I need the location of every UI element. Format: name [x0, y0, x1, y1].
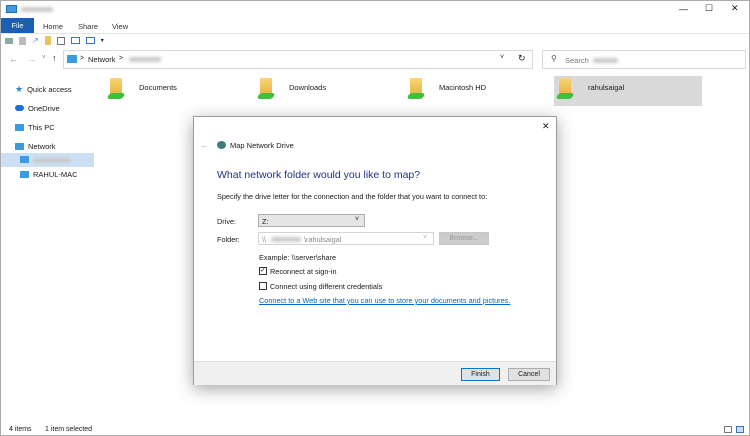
pane-icon[interactable]: [70, 37, 80, 44]
recent-dropdown[interactable]: ˅: [42, 55, 46, 61]
dialog-close-button[interactable]: ✕: [542, 121, 550, 132]
folder-item-selected-bg: [554, 76, 702, 106]
cancel-button[interactable]: Cancel: [508, 368, 550, 381]
new-folder-icon[interactable]: [19, 36, 26, 45]
star-icon: ★: [15, 83, 24, 94]
web-site-link[interactable]: Connect to a Web site that you can use t…: [259, 296, 510, 305]
dialog-heading: What network folder would you like to ma…: [217, 169, 421, 181]
reconnect-label: Reconnect at sign-in: [270, 267, 337, 276]
credentials-label: Connect using different credentials: [270, 282, 383, 291]
view-icon[interactable]: [56, 36, 65, 45]
shared-folder-icon: [406, 78, 426, 100]
network-drive-icon: [217, 141, 226, 149]
dialog-instructions: Specify the drive letter for the connect…: [217, 192, 488, 201]
folder-icon[interactable]: [44, 36, 51, 45]
shared-folder-icon: [256, 78, 276, 100]
address-bar[interactable]: > Network > ˅ ↻: [63, 50, 533, 69]
search-box[interactable]: ⚲ Search: [542, 50, 746, 69]
details-pane-icon[interactable]: [85, 37, 95, 44]
map-network-drive-dialog: ✕ ← Map Network Drive What network folde…: [193, 116, 557, 385]
status-item-count: 4 items: [9, 426, 32, 433]
quick-access-toolbar[interactable]: ↗ ▾: [5, 36, 104, 45]
sidebar-item-onedrive[interactable]: OneDrive: [15, 102, 60, 114]
chevron-down-icon[interactable]: ˅: [423, 234, 427, 241]
computer-icon: [20, 170, 29, 178]
sidebar-item-computer-selected[interactable]: [1, 153, 94, 167]
shared-folder-icon: [555, 78, 575, 100]
refresh-button[interactable]: ↻: [518, 53, 526, 64]
window-title: [21, 7, 53, 12]
dialog-back-button[interactable]: ←: [200, 140, 209, 150]
breadcrumb-computer[interactable]: [129, 57, 161, 62]
drive-select[interactable]: Z: ˅: [258, 214, 365, 227]
dialog-footer: Finish Cancel: [194, 361, 556, 385]
sidebar-item-network[interactable]: Network: [15, 140, 56, 152]
file-tab[interactable]: File: [1, 18, 34, 33]
customize-icon[interactable]: ▾: [101, 37, 104, 44]
computer-icon: [15, 123, 24, 131]
reconnect-checkbox[interactable]: ✓: [259, 267, 267, 275]
shared-folder-icon: [106, 78, 126, 100]
tab-share[interactable]: Share: [78, 22, 98, 31]
breadcrumb-network[interactable]: Network: [88, 55, 116, 64]
finish-button[interactable]: Finish: [461, 368, 500, 381]
folder-input[interactable]: \\ \rahulsaigal ˅: [258, 232, 434, 245]
chevron-down-icon: ˅: [355, 216, 360, 223]
address-dropdown[interactable]: ˅: [500, 54, 504, 61]
tab-home[interactable]: Home: [43, 22, 63, 31]
share-icon[interactable]: ↗: [32, 36, 39, 45]
computer-icon: [6, 5, 17, 13]
credentials-checkbox[interactable]: [259, 282, 267, 290]
sidebar-item-quick-access[interactable]: ★ Quick access: [15, 83, 72, 95]
browse-button[interactable]: Browse...: [439, 232, 489, 245]
icons-view-button[interactable]: [736, 426, 744, 433]
network-icon: [15, 142, 24, 150]
dialog-title: Map Network Drive: [230, 141, 294, 150]
minimize-button[interactable]: —: [679, 4, 688, 14]
network-icon: [67, 55, 77, 63]
properties-icon[interactable]: [5, 37, 13, 44]
folder-label: Folder:: [217, 235, 240, 244]
cloud-icon: [15, 105, 24, 111]
forward-button[interactable]: →: [27, 54, 36, 64]
sidebar-item-this-pc[interactable]: This PC: [15, 121, 55, 133]
close-button[interactable]: ✕: [731, 3, 739, 14]
computer-icon: [20, 156, 29, 163]
details-view-button[interactable]: [724, 426, 732, 433]
up-button[interactable]: ↑: [52, 53, 57, 63]
back-button[interactable]: ←: [9, 54, 18, 64]
status-selection: 1 item selected: [45, 426, 93, 433]
search-icon: ⚲: [551, 54, 557, 63]
drive-label: Drive:: [217, 217, 237, 226]
sidebar-item-rahul-mac[interactable]: RAHUL-MAC: [20, 168, 78, 180]
folder-example: Example: \\server\share: [259, 253, 337, 262]
tab-view[interactable]: View: [112, 22, 128, 31]
maximize-button[interactable]: ☐: [705, 3, 713, 14]
